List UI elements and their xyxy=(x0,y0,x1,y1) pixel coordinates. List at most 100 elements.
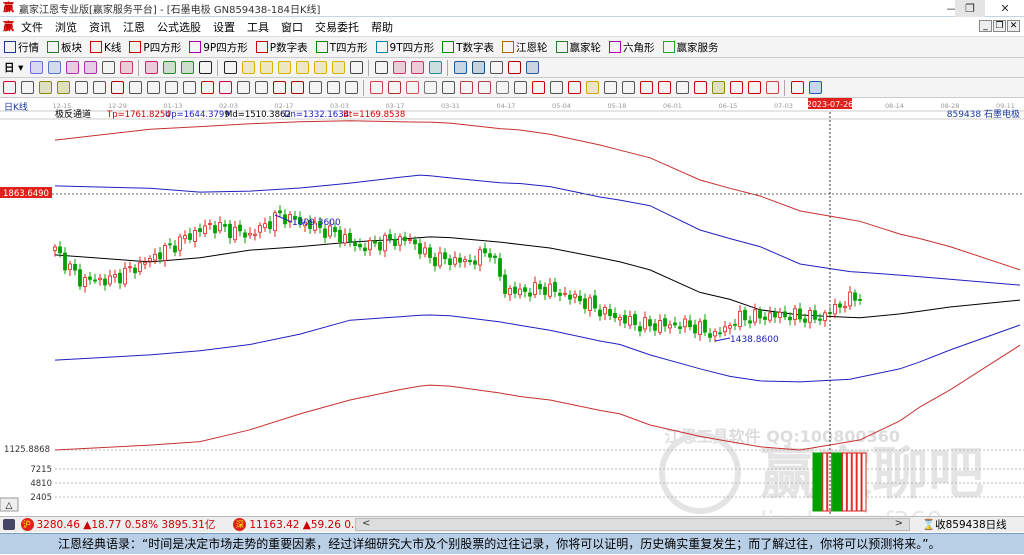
tool-icon[interactable] xyxy=(790,81,804,94)
tool-icon[interactable] xyxy=(531,81,545,94)
toolbar-button[interactable]: P四方形 xyxy=(129,40,181,55)
toolbar-button[interactable]: 9T四方形 xyxy=(375,40,434,55)
tool-icon[interactable] xyxy=(272,81,286,94)
scroll-left-button[interactable]: < xyxy=(362,518,370,529)
tool-icon[interactable] xyxy=(290,81,304,94)
tool-icon[interactable] xyxy=(92,81,106,94)
tool-icon[interactable] xyxy=(119,61,133,74)
tool-icon[interactable] xyxy=(110,81,124,94)
tool-icon[interactable] xyxy=(477,81,491,94)
tool-icon[interactable] xyxy=(331,61,345,74)
tool-icon[interactable] xyxy=(428,61,442,74)
tool-icon[interactable] xyxy=(513,81,527,94)
toolbar-button[interactable]: 六角形 xyxy=(609,40,655,55)
calculator-icon[interactable] xyxy=(3,519,15,530)
tool-icon[interactable] xyxy=(459,81,473,94)
tool-icon[interactable] xyxy=(729,81,743,94)
toolbar-button[interactable]: T数字表 xyxy=(442,40,494,55)
mdi-minimize-button[interactable]: _ xyxy=(979,20,992,32)
toolbar-button[interactable]: P数字表 xyxy=(255,40,308,55)
tool-icon[interactable] xyxy=(495,81,509,94)
tool-icon[interactable] xyxy=(295,61,309,74)
toolbar-button[interactable]: 赢家服务 xyxy=(662,40,719,55)
toolbar-button[interactable]: 9P四方形 xyxy=(189,40,248,55)
menu-item[interactable]: 公式选股 xyxy=(157,19,201,35)
tool-icon[interactable] xyxy=(198,61,212,74)
tool-icon[interactable] xyxy=(144,61,158,74)
tool-icon[interactable] xyxy=(549,81,563,94)
tool-icon[interactable] xyxy=(525,61,539,74)
tool-icon[interactable] xyxy=(128,81,142,94)
tool-icon[interactable] xyxy=(693,81,707,94)
scroll-right-button[interactable]: > xyxy=(895,518,903,529)
menu-item[interactable]: 工具 xyxy=(247,19,269,35)
period-dropdown[interactable]: 日 ▾ xyxy=(4,60,23,75)
toolbar-button[interactable]: 板块 xyxy=(47,40,82,55)
tool-icon[interactable] xyxy=(162,61,176,74)
tool-icon[interactable] xyxy=(344,81,358,94)
mdi-restore-button[interactable]: ❐ xyxy=(993,20,1006,32)
horizontal-scrollbar[interactable]: < > xyxy=(355,518,910,531)
tool-icon[interactable] xyxy=(369,81,383,94)
tool-icon[interactable] xyxy=(313,61,327,74)
tool-icon[interactable] xyxy=(639,81,653,94)
tool-icon[interactable] xyxy=(182,81,196,94)
tool-icon[interactable] xyxy=(657,81,671,94)
tool-icon[interactable] xyxy=(423,81,437,94)
tool-icon[interactable] xyxy=(349,61,363,74)
tool-icon[interactable] xyxy=(164,81,178,94)
toolbar-button[interactable]: 赢家轮 xyxy=(555,40,601,55)
tool-icon[interactable] xyxy=(254,81,268,94)
menu-item[interactable]: 资讯 xyxy=(89,19,111,35)
tool-icon[interactable] xyxy=(2,81,16,94)
menu-item[interactable]: 江恩 xyxy=(123,19,145,35)
tool-icon[interactable] xyxy=(374,61,388,74)
tool-icon[interactable] xyxy=(711,81,725,94)
tool-icon[interactable] xyxy=(765,81,779,94)
tool-icon[interactable] xyxy=(241,61,255,74)
tool-icon[interactable] xyxy=(38,81,52,94)
toolbar-button[interactable]: 行情 xyxy=(4,40,39,55)
tool-icon[interactable] xyxy=(200,81,214,94)
menu-item[interactable]: 设置 xyxy=(213,19,235,35)
tool-icon[interactable] xyxy=(236,81,250,94)
tool-icon[interactable] xyxy=(326,81,340,94)
tool-icon[interactable] xyxy=(259,61,273,74)
tool-icon[interactable] xyxy=(405,81,419,94)
tool-icon[interactable] xyxy=(808,81,822,94)
menu-item[interactable]: 交易委托 xyxy=(315,19,359,35)
tool-icon[interactable] xyxy=(392,61,406,74)
tool-icon[interactable] xyxy=(218,81,232,94)
kline-chart[interactable]: 12-15 12-29 01-13 02-03 02-17 03-03 03-17 03-31… xyxy=(0,98,1024,516)
tool-icon[interactable] xyxy=(621,81,635,94)
menu-item[interactable]: 文件 xyxy=(21,19,43,35)
toolbar-button[interactable]: T四方形 xyxy=(315,40,368,55)
tool-icon[interactable] xyxy=(387,81,401,94)
close-button[interactable]: ✕ xyxy=(990,0,1020,17)
menu-item[interactable]: 浏览 xyxy=(55,19,77,35)
tool-icon[interactable] xyxy=(585,81,599,94)
menu-item[interactable]: 窗口 xyxy=(281,19,303,35)
restore-button[interactable]: ❐ xyxy=(955,0,985,17)
tool-icon[interactable] xyxy=(308,81,322,94)
tool-icon[interactable] xyxy=(675,81,689,94)
tool-icon[interactable] xyxy=(567,81,581,94)
tool-icon[interactable] xyxy=(146,81,160,94)
tool-icon[interactable] xyxy=(507,61,521,74)
tool-icon[interactable] xyxy=(747,81,761,94)
tool-icon[interactable] xyxy=(489,61,503,74)
tool-icon[interactable] xyxy=(29,61,43,74)
toolbar-button[interactable]: K线 xyxy=(90,40,121,55)
toolbar-button[interactable]: 江恩轮 xyxy=(502,40,548,55)
tool-icon[interactable] xyxy=(471,61,485,74)
tool-icon[interactable] xyxy=(603,81,617,94)
tool-icon[interactable] xyxy=(74,81,88,94)
menu-item[interactable]: 帮助 xyxy=(371,19,393,35)
tool-icon[interactable] xyxy=(56,81,70,94)
tool-icon[interactable] xyxy=(277,61,291,74)
tool-icon[interactable] xyxy=(65,61,79,74)
mdi-close-button[interactable]: ✕ xyxy=(1007,20,1020,32)
tool-icon[interactable] xyxy=(47,61,61,74)
tool-icon[interactable] xyxy=(180,61,194,74)
tool-icon[interactable] xyxy=(410,61,424,74)
